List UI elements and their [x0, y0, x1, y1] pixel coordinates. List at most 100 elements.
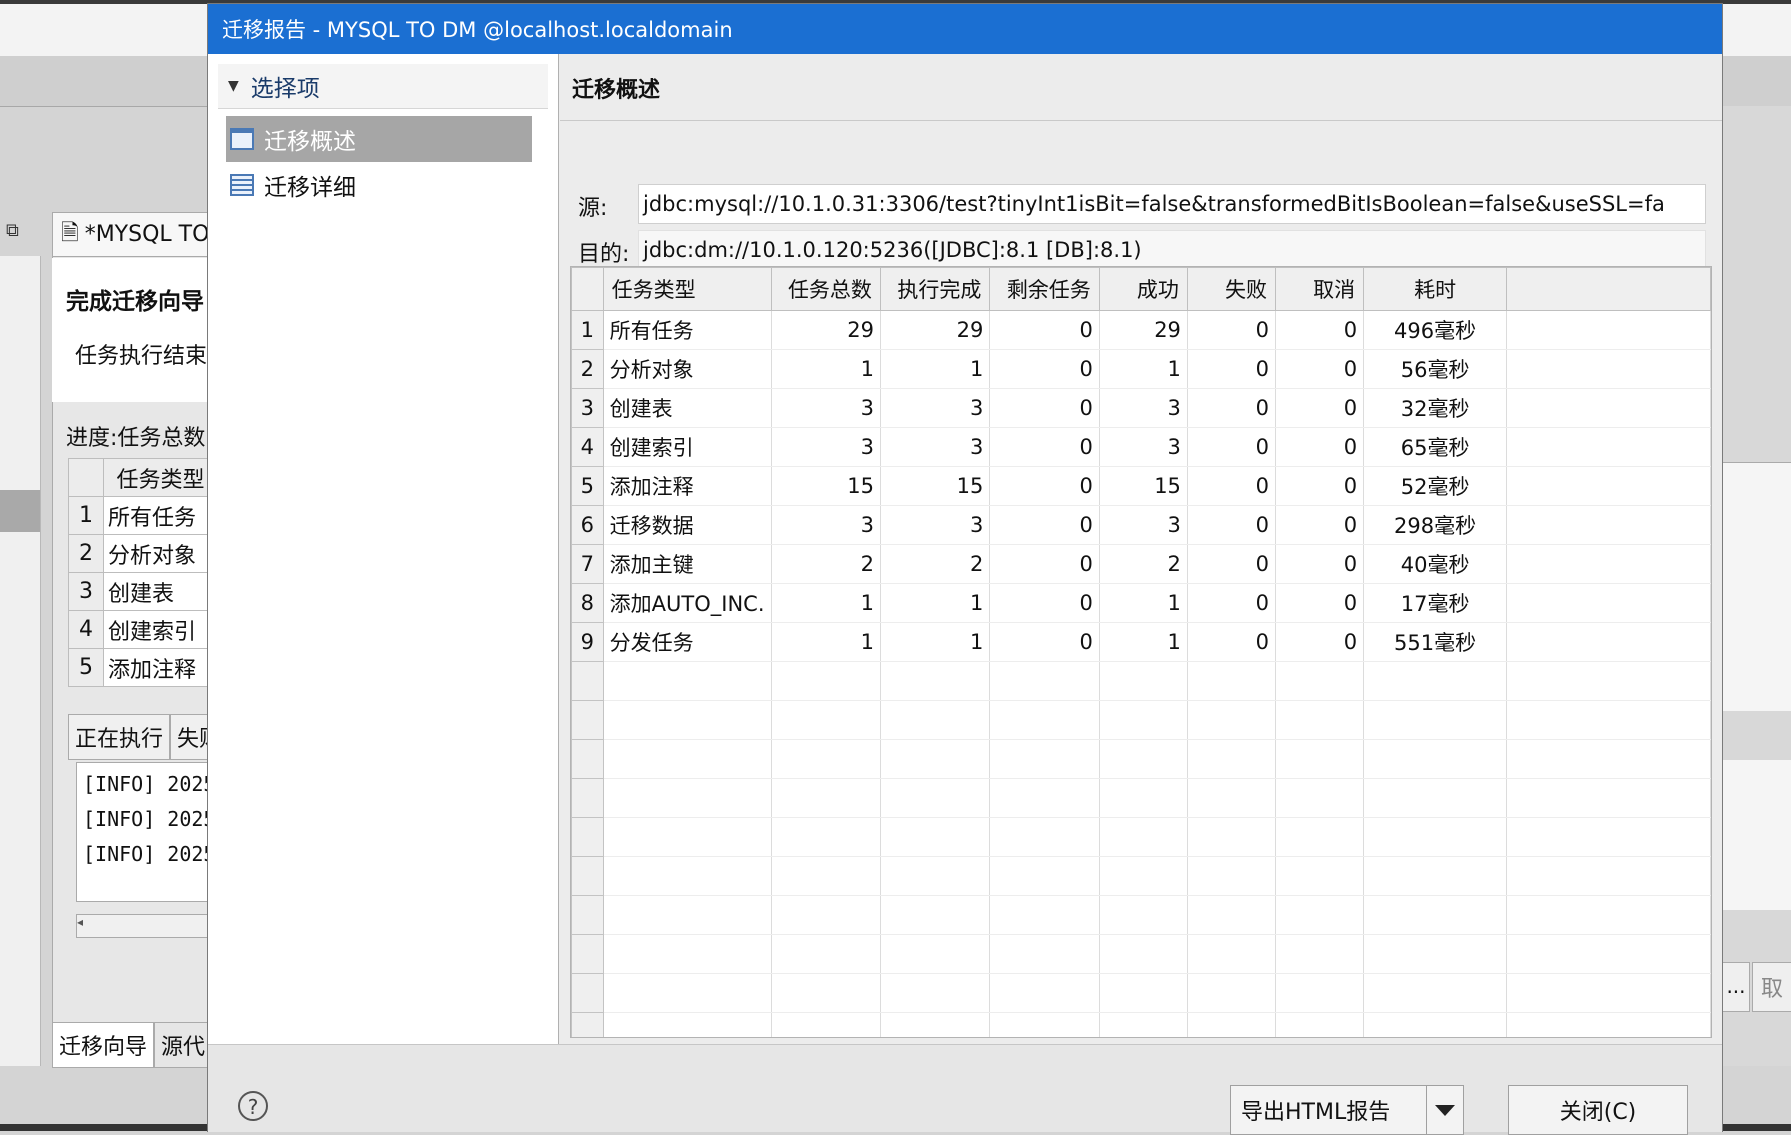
empty-cell — [1187, 973, 1277, 1013]
success-cell: 3 — [1099, 427, 1188, 467]
col-failed[interactable]: 失败 — [1186, 267, 1277, 311]
restore-window-icon[interactable]: ⧉ — [6, 220, 19, 241]
tree-item-overview[interactable]: 迁移概述 — [226, 116, 532, 162]
table-row[interactable]: 6 迁移数据 3 3 0 3 0 0 298毫秒 — [571, 505, 1711, 545]
tree-item-details[interactable]: 迁移详细 — [226, 162, 532, 208]
table-row[interactable]: 9 分发任务 1 1 0 1 0 0 551毫秒 — [571, 622, 1711, 662]
help-icon[interactable]: ? — [238, 1091, 268, 1121]
table-row[interactable]: 1 所有任务 — [68, 496, 218, 535]
row-number — [571, 661, 604, 701]
right-log-area — [1720, 760, 1791, 910]
left-sidebar — [0, 256, 41, 1066]
log-output[interactable]: [INFO] 2025 [INFO] 2025 [INFO] 2025 — [76, 762, 226, 902]
export-dropdown-toggle[interactable] — [1426, 1086, 1463, 1134]
close-button[interactable]: 关闭(C) — [1508, 1085, 1688, 1135]
filler-cell — [1506, 583, 1711, 623]
col-duration[interactable]: 耗时 — [1363, 267, 1508, 311]
row-number: 1 — [68, 496, 104, 535]
task-type-cell: 所有任务 — [103, 496, 218, 535]
tab-migration-wizard[interactable]: 迁移向导 — [52, 1022, 155, 1068]
left-sidebar-selection[interactable] — [0, 490, 40, 532]
empty-cell — [880, 661, 991, 701]
table-row[interactable]: 4 创建索引 3 3 0 3 0 0 65毫秒 — [571, 427, 1711, 467]
col-task-type[interactable]: 任务类型 — [602, 267, 772, 311]
col-cancelled[interactable]: 取消 — [1275, 267, 1365, 311]
tab-running[interactable]: 正在执行 — [68, 714, 171, 760]
tab-source-code[interactable]: 源代 — [154, 1022, 213, 1068]
dialog-title: 迁移报告 - MYSQL TO DM @localhost.localdomai… — [222, 18, 733, 42]
table-row[interactable]: 1 所有任务 29 29 0 29 0 0 496毫秒 — [571, 310, 1711, 350]
col-completed[interactable]: 执行完成 — [879, 267, 991, 311]
empty-cell — [1506, 1012, 1711, 1037]
empty-cell — [771, 934, 881, 974]
row-number: 4 — [571, 427, 604, 467]
editor-tab[interactable]: 🗎 *MYSQL TO — [52, 212, 222, 256]
empty-cell — [1506, 700, 1711, 740]
table-row[interactable]: 4 创建索引 — [68, 610, 218, 649]
export-html-button[interactable]: 导出HTML报告 — [1230, 1085, 1464, 1135]
empty-cell — [1187, 817, 1277, 857]
table-row[interactable]: 3 创建表 — [68, 572, 218, 611]
duration-cell: 32毫秒 — [1363, 388, 1508, 428]
empty-cell — [880, 973, 991, 1013]
empty-cell — [989, 778, 1100, 818]
cancelled-cell: 0 — [1275, 544, 1365, 584]
wizard-header — [52, 258, 220, 402]
empty-cell — [603, 973, 772, 1013]
target-url-field[interactable]: jdbc:dm://10.1.0.120:5236([JDBC]:8.1 [DB… — [638, 230, 1706, 270]
col-success[interactable]: 成功 — [1098, 267, 1188, 311]
collapse-triangle-icon[interactable]: ▼ — [228, 78, 239, 94]
corner-cell — [571, 267, 604, 311]
filler-cell — [1506, 505, 1711, 545]
table-row[interactable]: 7 添加主键 2 2 0 2 0 0 40毫秒 — [571, 544, 1711, 584]
success-cell: 2 — [1099, 544, 1188, 584]
navigation-pane: ▼ 选择项 迁移概述 迁移详细 — [208, 54, 559, 1044]
table-row[interactable]: 5 添加注释 — [68, 648, 218, 687]
empty-cell — [1187, 934, 1277, 974]
empty-cell — [1099, 934, 1188, 974]
col-remaining[interactable]: 剩余任务 — [989, 267, 1100, 311]
log-tabs: 正在执行 失败 — [68, 714, 229, 760]
duration-cell: 65毫秒 — [1363, 427, 1508, 467]
empty-cell — [1275, 739, 1365, 779]
source-url-field[interactable]: jdbc:mysql://10.1.0.31:3306/test?tinyInt… — [638, 184, 1706, 224]
empty-cell — [1363, 895, 1508, 935]
table-row[interactable]: 8 添加AUTO_INC. 1 1 0 1 0 0 17毫秒 — [571, 583, 1711, 623]
empty-cell — [989, 934, 1100, 974]
empty-cell — [1099, 739, 1188, 779]
table-row[interactable]: 2 分析对象 1 1 0 1 0 0 56毫秒 — [571, 349, 1711, 389]
empty-row — [571, 778, 1711, 818]
completed-cell: 1 — [880, 349, 991, 389]
failed-cell: 0 — [1187, 505, 1277, 545]
browse-button[interactable]: ... — [1722, 962, 1750, 1012]
right-band — [1720, 56, 1791, 106]
cancel-button[interactable]: 取 — [1752, 962, 1791, 1012]
empty-cell — [603, 1012, 772, 1037]
failed-cell: 0 — [1187, 310, 1277, 350]
summary-table-container[interactable]: 任务类型 任务总数 执行完成 剩余任务 成功 失败 取消 耗时 1 所有任务 29 2… — [570, 266, 1712, 1038]
table-row[interactable]: 2 分析对象 — [68, 534, 218, 573]
empty-cell — [989, 1012, 1100, 1037]
failed-cell: 0 — [1187, 583, 1277, 623]
row-number — [571, 778, 604, 818]
duration-cell: 551毫秒 — [1363, 622, 1508, 662]
col-total[interactable]: 任务总数 — [770, 267, 881, 311]
migration-report-dialog: 迁移报告 - MYSQL TO DM @localhost.localdomai… — [208, 4, 1722, 1135]
bottom-tabs: 迁移向导 源代 — [52, 1022, 213, 1068]
table-row[interactable]: 3 创建表 3 3 0 3 0 0 32毫秒 — [571, 388, 1711, 428]
wizard-subtitle: 任务执行结束 — [75, 344, 208, 369]
remaining-cell: 0 — [989, 544, 1100, 584]
tree-header[interactable]: ▼ 选择项 — [218, 64, 548, 109]
empty-cell — [1275, 817, 1365, 857]
row-number: 7 — [571, 544, 604, 584]
empty-cell — [771, 661, 881, 701]
dialog-titlebar[interactable]: 迁移报告 - MYSQL TO DM @localhost.localdomai… — [208, 4, 1722, 54]
empty-cell — [1363, 934, 1508, 974]
scroll-left-icon[interactable]: ◂ — [77, 915, 83, 929]
empty-cell — [1099, 856, 1188, 896]
cancelled-cell: 0 — [1275, 505, 1365, 545]
table-row[interactable]: 5 添加注释 15 15 0 15 0 0 52毫秒 — [571, 466, 1711, 506]
empty-cell — [1363, 739, 1508, 779]
log-horizontal-scrollbar[interactable]: ◂ — [76, 914, 228, 938]
tree-item-label: 迁移概述 — [264, 129, 356, 155]
